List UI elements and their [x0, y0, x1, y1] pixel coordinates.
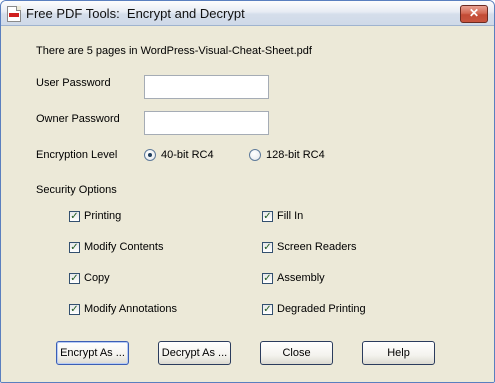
checkbox-printing[interactable]: ✓ Printing [69, 210, 121, 222]
checkbox-copy[interactable]: ✓ Copy [69, 272, 110, 284]
checkbox-screen-readers-box[interactable]: ✓ [262, 241, 273, 253]
checkbox-fill-in-label: Fill In [277, 210, 304, 222]
window-close-button[interactable]: ✕ [460, 5, 488, 23]
window-title: Free PDF Tools: Encrypt and Decrypt [26, 6, 245, 21]
owner-password-label: Owner Password [36, 113, 120, 125]
radio-128bit-button[interactable] [249, 149, 261, 161]
checkbox-assembly-label: Assembly [277, 272, 325, 284]
dialog-content: There are 5 pages in WordPress-Visual-Ch… [1, 26, 494, 382]
title-bar[interactable]: Free PDF Tools: Encrypt and Decrypt ✕ [1, 1, 494, 26]
checkbox-screen-readers[interactable]: ✓ Screen Readers [262, 241, 357, 253]
user-password-label: User Password [36, 77, 111, 89]
radio-128bit-label: 128-bit RC4 [266, 149, 325, 161]
owner-password-input[interactable] [144, 111, 269, 135]
encrypt-decrypt-dialog: Free PDF Tools: Encrypt and Decrypt ✕ Th… [0, 0, 495, 383]
checkbox-fill-in[interactable]: ✓ Fill In [262, 210, 303, 222]
radio-128bit[interactable]: 128-bit RC4 [249, 149, 325, 161]
checkbox-fill-in-box[interactable]: ✓ [262, 210, 273, 222]
encryption-level-label: Encryption Level [36, 149, 118, 161]
checkbox-degraded-printing-label: Degraded Printing [277, 303, 366, 315]
checkbox-screen-readers-label: Screen Readers [277, 241, 357, 253]
checkbox-modify-contents-box[interactable]: ✓ [69, 241, 80, 253]
radio-40bit-button[interactable] [144, 149, 156, 161]
security-options-label: Security Options [36, 184, 117, 196]
checkbox-printing-box[interactable]: ✓ [69, 210, 80, 222]
encrypt-as-button[interactable]: Encrypt As ... [56, 341, 129, 365]
checkbox-modify-contents[interactable]: ✓ Modify Contents [69, 241, 163, 253]
checkbox-copy-label: Copy [84, 272, 110, 284]
checkbox-modify-contents-label: Modify Contents [84, 241, 164, 253]
page-count-text: There are 5 pages in WordPress-Visual-Ch… [36, 45, 312, 57]
checkbox-assembly[interactable]: ✓ Assembly [262, 272, 325, 284]
help-button[interactable]: Help [362, 341, 435, 365]
checkbox-modify-annotations-label: Modify Annotations [84, 303, 177, 315]
checkbox-printing-label: Printing [84, 210, 122, 222]
decrypt-as-button[interactable]: Decrypt As ... [158, 341, 231, 365]
checkbox-modify-annotations[interactable]: ✓ Modify Annotations [69, 303, 177, 315]
radio-40bit-label: 40-bit RC4 [161, 149, 214, 161]
checkbox-degraded-printing-box[interactable]: ✓ [262, 303, 273, 315]
checkbox-degraded-printing[interactable]: ✓ Degraded Printing [262, 303, 366, 315]
checkbox-copy-box[interactable]: ✓ [69, 272, 80, 284]
checkbox-modify-annotations-box[interactable]: ✓ [69, 303, 80, 315]
user-password-input[interactable] [144, 75, 269, 99]
close-button[interactable]: Close [260, 341, 333, 365]
pdf-document-icon [7, 6, 21, 22]
radio-40bit[interactable]: 40-bit RC4 [144, 149, 214, 161]
checkbox-assembly-box[interactable]: ✓ [262, 272, 273, 284]
